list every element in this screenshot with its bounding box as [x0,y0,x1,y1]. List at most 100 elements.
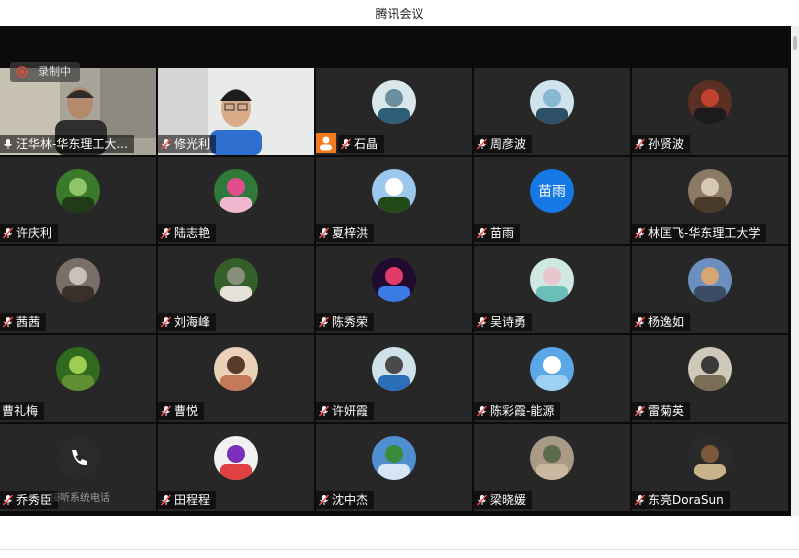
participant-tile[interactable]: 田程程 [158,424,314,511]
mic-muted-icon[interactable] [476,138,488,150]
participant-name: 汪华林-华东理工大... [0,135,134,153]
participant-tile[interactable]: 陈彩霞-能源 [474,335,630,422]
participant-name: 许妍霞 [316,402,375,420]
participant-tile[interactable]: 陆志艳 [158,157,314,244]
mic-muted-icon[interactable] [634,227,646,239]
mic-muted-icon[interactable] [318,316,330,328]
participant-name: 雷菊英 [632,402,691,420]
participant-tile[interactable]: 周彦波 [474,68,630,155]
mic-muted-icon[interactable] [634,316,646,328]
participant-tile[interactable]: 沈中杰 [316,424,472,511]
mic-icon[interactable] [2,138,14,150]
person-icon [316,133,336,153]
participant-tile[interactable]: 修光利 [158,68,314,155]
participant-name-text: 许庆利 [16,226,53,240]
mic-muted-icon[interactable] [2,494,14,506]
recording-label: 录制中 [38,65,71,78]
mic-muted-icon[interactable] [634,405,646,417]
avatar [372,258,416,302]
participant-name: 沈中杰 [316,491,375,509]
participant-name-text: 汪华林-华东理工大... [16,137,128,151]
avatar [214,347,258,391]
mic-muted-icon[interactable] [160,138,172,150]
participant-tile[interactable]: 刘海峰 [158,246,314,333]
participant-tile[interactable]: 许妍霞 [316,335,472,422]
participant-tile[interactable]: 曹礼梅 [0,335,156,422]
participant-name-text: 许妍霞 [332,404,369,418]
mic-muted-icon[interactable] [2,316,14,328]
scrollbar-thumb[interactable] [793,36,797,50]
title-bar: 腾讯会议 [0,0,799,26]
avatar [372,347,416,391]
participant-name-text: 茜茜 [16,315,41,329]
recording-indicator[interactable]: 录制中 [10,62,80,82]
mic-muted-icon[interactable] [318,227,330,239]
participant-tile[interactable]: 苗雨 苗雨 [474,157,630,244]
avatar [372,169,416,213]
participant-name-text: 林匡飞-华东理工大学 [648,226,761,240]
mic-muted-icon[interactable] [476,494,488,506]
mic-muted-icon[interactable] [340,138,352,150]
participant-name: 东亮DoraSun [632,491,730,509]
record-icon [16,66,28,78]
avatar [688,436,732,480]
phone-icon [56,436,100,480]
avatar [688,80,732,124]
participant-name: 刘海峰 [158,313,217,331]
participant-tile[interactable]: 林匡飞-华东理工大学 [632,157,788,244]
window-title: 腾讯会议 [375,7,424,21]
mic-muted-icon[interactable] [318,494,330,506]
avatar [214,258,258,302]
mic-muted-icon[interactable] [476,316,488,328]
participant-tile[interactable]: 陈秀荣 [316,246,472,333]
participant-name-text: 陆志艳 [174,226,211,240]
participant-name-text: 刘海峰 [174,315,211,329]
participant-name: 梁晓媛 [474,491,533,509]
mic-muted-icon[interactable] [160,494,172,506]
participant-name: 田程程 [158,491,217,509]
participant-name-text: 乔秀臣 [16,493,53,507]
avatar [530,436,574,480]
avatar [688,258,732,302]
participant-tile[interactable]: 茜茜 [0,246,156,333]
participant-name-text: 苗雨 [490,226,515,240]
participant-tile[interactable]: 梁晓媛 [474,424,630,511]
mic-muted-icon[interactable] [318,405,330,417]
divider [0,549,799,550]
participant-name-text: 陈彩霞-能源 [490,404,555,418]
participant-name: 夏梓洪 [316,224,375,242]
participant-name-text: 修光利 [174,137,211,151]
mic-muted-icon[interactable] [160,227,172,239]
participant-tile[interactable]: 孙贤波 [632,68,788,155]
mic-muted-icon[interactable] [476,405,488,417]
participant-name: 茜茜 [0,313,47,331]
mic-muted-icon[interactable] [476,227,488,239]
participant-name: 林匡飞-华东理工大学 [632,224,767,242]
scrollbar[interactable] [791,26,799,516]
participant-name-text: 雷菊英 [648,404,685,418]
participant-tile[interactable]: 接听系统电话 乔秀臣 [0,424,156,511]
mic-muted-icon[interactable] [634,138,646,150]
mic-muted-icon[interactable] [634,494,646,506]
participant-tile[interactable]: 曹悦 [158,335,314,422]
participant-tile[interactable]: 许庆利 [0,157,156,244]
mic-muted-icon[interactable] [2,227,14,239]
participant-name-text: 孙贤波 [648,137,685,151]
participant-tile[interactable]: 吴诗勇 [474,246,630,333]
mic-muted-icon[interactable] [160,316,172,328]
participant-name: 吴诗勇 [474,313,533,331]
participant-name: 苗雨 [474,224,521,242]
participant-tile[interactable]: 东亮DoraSun [632,424,788,511]
participant-tile[interactable]: 石晶 [316,68,472,155]
participant-name: 周彦波 [474,135,533,153]
participant-name: 修光利 [158,135,217,153]
participant-tile[interactable]: 夏梓洪 [316,157,472,244]
participant-name-text: 杨逸如 [648,315,685,329]
participant-name-text: 东亮DoraSun [648,493,724,507]
participant-tile[interactable]: 杨逸如 [632,246,788,333]
mic-muted-icon[interactable] [160,405,172,417]
phone-status-label: 接听系统电话 [50,493,110,504]
participant-name-text: 沈中杰 [332,493,369,507]
participant-tile[interactable]: 雷菊英 [632,335,788,422]
participant-name: 陆志艳 [158,224,217,242]
